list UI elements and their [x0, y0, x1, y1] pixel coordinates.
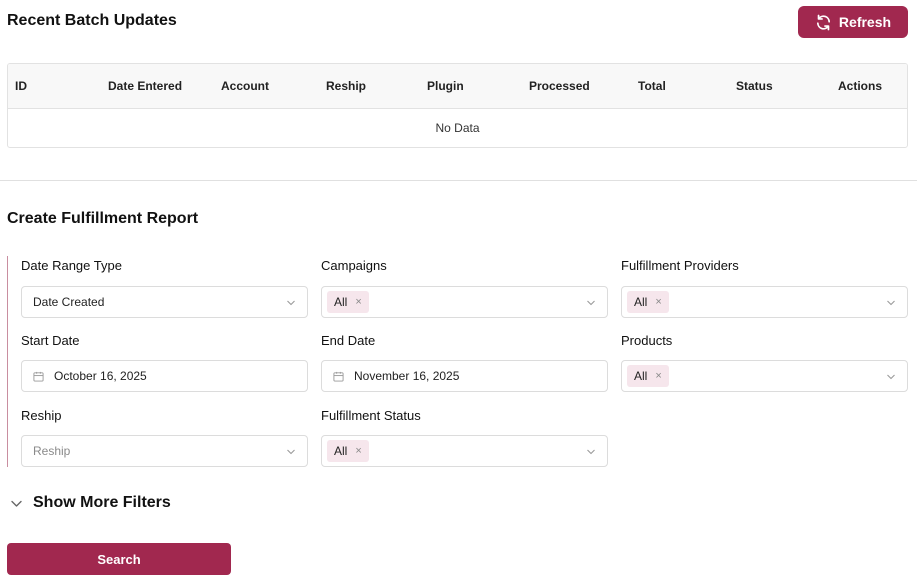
chevron-down-icon — [886, 372, 896, 382]
batch-updates-title: Recent Batch Updates — [7, 12, 177, 29]
column-header-date-entered[interactable]: Date Entered — [108, 64, 182, 109]
close-icon[interactable]: × — [355, 296, 361, 308]
fulfillment-status-tag-label: All — [334, 444, 348, 458]
empty-state: No Data — [8, 109, 907, 147]
calendar-icon — [33, 371, 44, 382]
reship-select[interactable]: Reship — [21, 435, 308, 467]
refresh-icon — [815, 14, 832, 31]
fulfillment-providers-select[interactable]: All × — [621, 286, 908, 318]
fulfillment-status-tag: All × — [327, 440, 369, 462]
products-label: Products — [621, 333, 673, 348]
campaigns-tag: All × — [327, 291, 369, 313]
reship-placeholder: Reship — [33, 444, 71, 458]
date-range-type-select[interactable]: Date Created — [21, 286, 308, 318]
form-accent-border — [7, 256, 8, 467]
start-date-input[interactable]: October 16, 2025 — [21, 360, 308, 392]
end-date-value: November 16, 2025 — [354, 369, 460, 383]
section-divider — [0, 180, 917, 181]
fulfillment-providers-label: Fulfillment Providers — [621, 258, 739, 273]
close-icon[interactable]: × — [655, 370, 661, 382]
products-tag-label: All — [634, 369, 648, 383]
column-header-reship[interactable]: Reship — [326, 64, 366, 109]
column-header-plugin[interactable]: Plugin — [427, 64, 464, 109]
column-header-id[interactable]: ID — [15, 64, 27, 109]
chevron-down-icon — [286, 298, 296, 308]
table-header: ID Date Entered Account Reship Plugin Pr… — [8, 64, 907, 109]
search-button-label: Search — [97, 551, 141, 567]
empty-state-text: No Data — [435, 121, 480, 135]
reship-label: Reship — [21, 408, 62, 423]
report-title: Create Fulfillment Report — [7, 210, 199, 227]
fulfillment-status-select[interactable]: All × — [321, 435, 608, 467]
batch-updates-table: ID Date Entered Account Reship Plugin Pr… — [7, 63, 908, 148]
chevron-down-icon — [286, 447, 296, 457]
column-header-processed[interactable]: Processed — [529, 64, 590, 109]
refresh-button[interactable]: Refresh — [798, 6, 908, 38]
column-header-total[interactable]: Total — [638, 64, 666, 109]
campaigns-select[interactable]: All × — [321, 286, 608, 318]
chevron-down-icon — [586, 447, 596, 457]
column-header-status[interactable]: Status — [736, 64, 773, 109]
campaigns-tag-label: All — [334, 295, 348, 309]
column-header-actions: Actions — [838, 79, 883, 93]
close-icon[interactable]: × — [355, 445, 361, 457]
products-tag: All × — [627, 365, 669, 387]
refresh-label: Refresh — [838, 14, 892, 30]
start-date-label: Start Date — [21, 333, 80, 348]
campaigns-label: Campaigns — [321, 258, 387, 273]
show-more-filters-toggle[interactable]: Show More Filters — [10, 494, 171, 512]
column-header-account[interactable]: Account — [221, 64, 269, 109]
fulfillment-status-label: Fulfillment Status — [321, 408, 421, 423]
chevron-down-icon — [586, 298, 596, 308]
chevron-down-icon — [886, 298, 896, 308]
date-range-type-label: Date Range Type — [21, 258, 122, 273]
products-select[interactable]: All × — [621, 360, 908, 392]
fulfillment-providers-tag: All × — [627, 291, 669, 313]
chevron-down-icon — [10, 497, 23, 510]
search-button[interactable]: Search — [7, 543, 231, 575]
end-date-label: End Date — [321, 333, 376, 348]
fulfillment-providers-tag-label: All — [634, 295, 648, 309]
date-range-type-value: Date Created — [33, 295, 105, 309]
end-date-input[interactable]: November 16, 2025 — [321, 360, 608, 392]
close-icon[interactable]: × — [655, 296, 661, 308]
show-more-filters-label: Show More Filters — [33, 494, 171, 511]
start-date-value: October 16, 2025 — [54, 369, 147, 383]
calendar-icon — [333, 371, 344, 382]
